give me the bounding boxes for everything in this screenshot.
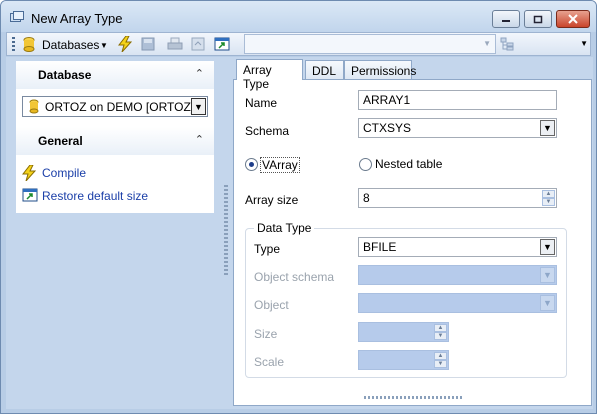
object-select[interactable]: ▼	[358, 293, 557, 313]
varray-label[interactable]: VArray	[260, 157, 300, 173]
general-section-title: General	[38, 134, 83, 148]
compile-lightning-icon[interactable]	[118, 36, 132, 52]
window-title: New Array Type	[31, 11, 123, 26]
collapse-icon[interactable]: ⌃	[195, 133, 204, 146]
spin-down-icon[interactable]: ▼	[542, 198, 555, 206]
scale-input[interactable]: ▲ ▼	[358, 350, 449, 370]
navigation-pane: Database ⌃ ORTOZ on DEMO [ORTOZ] ▼ Gener…	[16, 61, 214, 213]
object-schema-select[interactable]: ▼	[358, 265, 557, 285]
tab-label: Array Type	[243, 63, 272, 91]
spin-up-icon[interactable]: ▲	[542, 190, 555, 198]
chevron-down-icon: ▼	[483, 39, 491, 48]
object-schema-label: Object schema	[254, 270, 335, 284]
data-type-group-label: Data Type	[254, 221, 315, 235]
array-size-spinner[interactable]: ▲ ▼	[542, 190, 555, 206]
type-value: BFILE	[363, 240, 397, 254]
print-icon[interactable]	[167, 37, 183, 51]
spin-down-icon: ▼	[434, 360, 447, 368]
collapse-icon[interactable]: ⌃	[195, 67, 204, 80]
array-size-value: 8	[363, 191, 370, 205]
object-label: Object	[254, 298, 289, 312]
save-icon[interactable]	[141, 37, 155, 51]
scale-spinner: ▲ ▼	[434, 352, 447, 368]
chevron-down-icon: ▼	[540, 295, 555, 311]
toolbar-combo[interactable]: ▼	[244, 34, 496, 54]
chevron-down-icon[interactable]: ▼	[540, 239, 555, 255]
spin-down-icon: ▼	[434, 332, 447, 340]
restore-size-icon[interactable]	[214, 36, 230, 52]
tab-ddl[interactable]: DDL	[305, 60, 344, 80]
chevron-down-icon[interactable]: ▼	[100, 41, 108, 50]
schema-select[interactable]: CTXSYS ▼	[358, 118, 557, 138]
nested-table-label[interactable]: Nested table	[375, 157, 442, 171]
type-label: Type	[254, 242, 281, 256]
spin-up-icon: ▲	[434, 352, 447, 360]
chevron-down-icon[interactable]: ▼	[191, 98, 206, 115]
database-section-title: Database	[38, 68, 92, 82]
tab-label: DDL	[312, 64, 337, 78]
tree-view-icon[interactable]	[500, 37, 514, 51]
schema-value: CTXSYS	[363, 121, 412, 135]
title-bar: New Array Type	[1, 1, 596, 32]
close-icon	[568, 14, 578, 24]
array-size-input[interactable]: 8 ▲ ▼	[358, 188, 557, 208]
database-icon	[23, 37, 35, 52]
schema-label: Schema	[245, 124, 290, 138]
bottom-splitter-grip[interactable]	[364, 396, 462, 399]
size-spinner: ▲ ▼	[434, 324, 447, 340]
scale-label: Scale	[254, 355, 285, 369]
nested-table-radio[interactable]	[359, 158, 372, 171]
array-type-icon	[10, 11, 24, 22]
toolbar: Databases ▼ ▼ ▼	[6, 32, 591, 56]
close-button[interactable]	[556, 10, 590, 28]
database-select[interactable]: ORTOZ on DEMO [ORTOZ] ▼	[22, 96, 208, 117]
databases-menu-button[interactable]: Databases	[42, 38, 99, 52]
toolbar-grip[interactable]	[12, 37, 15, 51]
tab-label: Permissions	[351, 64, 417, 78]
type-select[interactable]: BFILE ▼	[358, 237, 557, 257]
chevron-down-icon: ▼	[540, 267, 555, 283]
properties-icon[interactable]	[191, 37, 205, 51]
spin-up-icon: ▲	[434, 324, 447, 332]
tab-permissions[interactable]: Permissions	[344, 60, 416, 80]
restore-default-size-link[interactable]: Restore default size	[42, 189, 148, 203]
size-label: Size	[254, 327, 278, 341]
maximize-icon	[533, 15, 543, 23]
minimize-icon	[502, 20, 510, 22]
maximize-button[interactable]	[524, 10, 552, 28]
name-value: ARRAY1	[363, 93, 411, 107]
compile-link[interactable]: Compile	[42, 166, 86, 180]
name-input[interactable]: ARRAY1	[358, 90, 557, 110]
database-section-header[interactable]: Database ⌃	[16, 61, 214, 89]
database-icon	[29, 99, 39, 114]
varray-radio[interactable]	[245, 158, 258, 171]
toolbar-overflow-icon[interactable]: ▼	[580, 39, 588, 48]
name-label: Name	[245, 96, 278, 110]
general-section-header[interactable]: General ⌃	[16, 127, 214, 155]
restore-size-icon	[22, 188, 38, 202]
pane-splitter[interactable]	[224, 185, 228, 275]
minimize-button[interactable]	[492, 10, 520, 28]
size-input[interactable]: ▲ ▼	[358, 322, 449, 342]
chevron-down-icon[interactable]: ▼	[540, 120, 555, 136]
array-size-label: Array size	[245, 193, 299, 207]
compile-lightning-icon	[22, 165, 36, 181]
database-select-value: ORTOZ on DEMO [ORTOZ]	[45, 100, 195, 114]
tab-array-type[interactable]: Array Type	[236, 59, 303, 91]
